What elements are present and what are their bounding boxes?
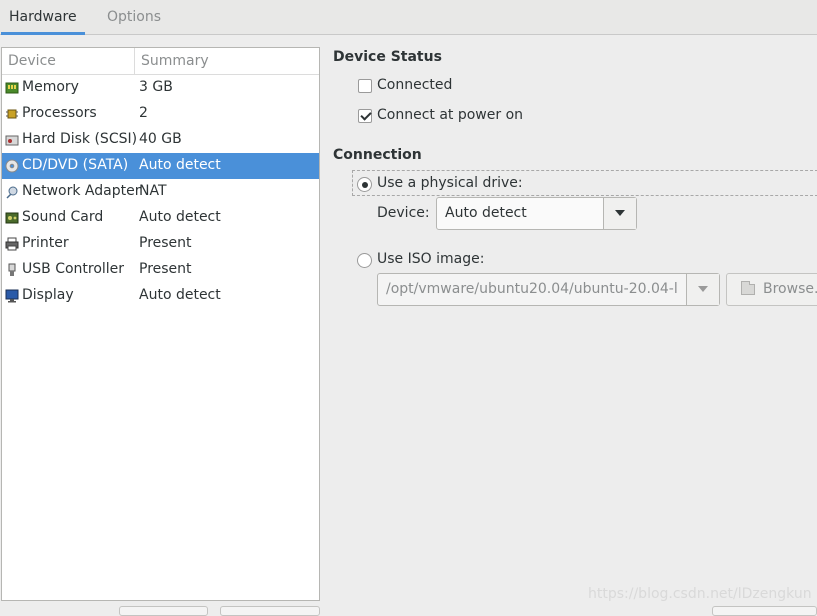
display-icon (5, 289, 19, 303)
memory-icon (5, 82, 19, 94)
device-summary: Present (139, 235, 192, 251)
device-name: Memory (22, 79, 79, 95)
column-header-device[interactable]: Device (8, 53, 56, 69)
device-row-network-adapter[interactable]: Network Adapter NAT (2, 179, 319, 205)
device-summary: 2 (139, 105, 148, 121)
device-list-header: Device Summary (2, 48, 319, 75)
device-dropdown-button[interactable] (603, 198, 636, 229)
iso-image-radio[interactable] (357, 253, 372, 268)
cd-dvd-icon (5, 159, 19, 173)
chevron-down-icon (698, 286, 708, 292)
device-summary: Auto detect (139, 209, 221, 225)
device-row-display[interactable]: Display Auto detect (2, 283, 319, 309)
chevron-down-icon (615, 210, 625, 216)
hard-disk-icon (5, 135, 19, 146)
column-separator (134, 48, 135, 74)
iso-path-value[interactable]: /opt/vmware/ubuntu20.04/ubuntu-20.04-liv… (386, 281, 678, 297)
device-label: Device: (377, 205, 430, 221)
remove-button[interactable] (220, 606, 320, 616)
device-row-sound-card[interactable]: Sound Card Auto detect (2, 205, 319, 231)
device-summary: 40 GB (139, 131, 182, 147)
tab-bar: Hardware Options (0, 0, 817, 35)
connected-checkbox[interactable] (358, 79, 372, 93)
sound-card-icon (5, 212, 19, 224)
column-header-summary[interactable]: Summary (141, 53, 209, 69)
network-adapter-icon (6, 186, 18, 199)
usb-icon (8, 263, 16, 276)
device-dropdown-value: Auto detect (445, 205, 527, 221)
connect-at-power-on-checkbox[interactable] (358, 109, 372, 123)
device-row-cd-dvd[interactable]: CD/DVD (SATA) Auto detect (2, 153, 319, 179)
connected-label[interactable]: Connected (377, 77, 452, 93)
iso-image-label[interactable]: Use ISO image: (377, 251, 484, 267)
device-status-title: Device Status (333, 49, 442, 65)
device-summary: 3 GB (139, 79, 173, 95)
tab-hardware[interactable]: Hardware (1, 0, 85, 35)
watermark-text: https://blog.csdn.net/lDzengkun (588, 586, 812, 602)
iso-path-combo[interactable]: /opt/vmware/ubuntu20.04/ubuntu-20.04-liv… (377, 273, 720, 306)
connect-at-power-on-label[interactable]: Connect at power on (377, 107, 523, 123)
device-name: USB Controller (22, 261, 125, 277)
folder-icon (741, 281, 755, 295)
device-row-memory[interactable]: Memory 3 GB (2, 75, 319, 101)
processor-icon (6, 109, 18, 119)
tab-options[interactable]: Options (99, 0, 169, 35)
device-row-processors[interactable]: Processors 2 (2, 101, 319, 127)
add-button[interactable] (119, 606, 208, 616)
device-name: Hard Disk (SCSI) (22, 131, 138, 147)
device-name: CD/DVD (SATA) (22, 157, 129, 173)
device-name: Display (22, 287, 74, 303)
device-list: Device Summary Memory 3 GB Processors 2 … (1, 47, 320, 601)
physical-drive-label[interactable]: Use a physical drive: (377, 175, 523, 191)
device-row-usb-controller[interactable]: USB Controller Present (2, 257, 319, 283)
device-name: Sound Card (22, 209, 104, 225)
device-summary: Auto detect (139, 287, 221, 303)
device-name: Network Adapter (22, 183, 141, 199)
physical-drive-radio[interactable] (357, 177, 372, 192)
device-name: Printer (22, 235, 69, 251)
browse-button[interactable]: Browse... (726, 273, 817, 306)
device-row-hard-disk[interactable]: Hard Disk (SCSI) 40 GB (2, 127, 319, 153)
iso-path-dropdown-button[interactable] (686, 274, 719, 305)
connection-title: Connection (333, 147, 422, 163)
device-dropdown[interactable]: Auto detect (436, 197, 637, 230)
device-row-printer[interactable]: Printer Present (2, 231, 319, 257)
device-name: Processors (22, 105, 97, 121)
device-summary: Present (139, 261, 192, 277)
device-summary: NAT (139, 183, 167, 199)
device-summary: Auto detect (139, 157, 221, 173)
advanced-button[interactable] (712, 606, 817, 616)
browse-label: Browse... (763, 281, 817, 297)
printer-icon (5, 237, 19, 251)
